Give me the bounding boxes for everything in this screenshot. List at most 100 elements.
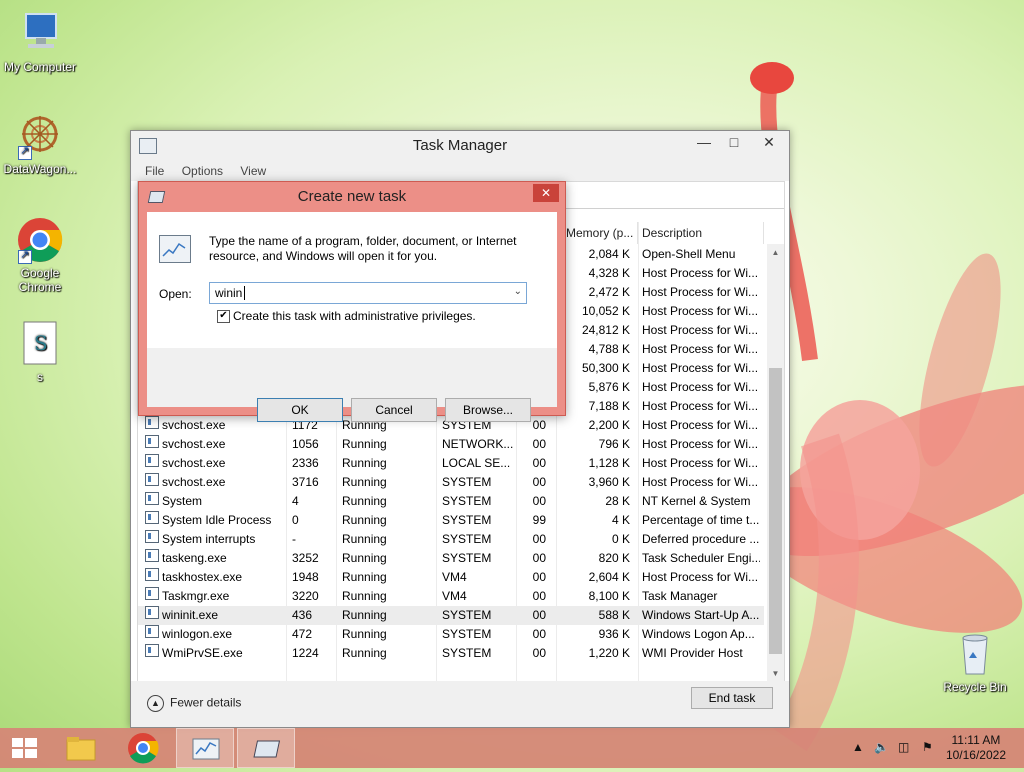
vertical-scrollbar[interactable]: ▲ ▼ xyxy=(767,244,784,682)
scroll-up-arrow-icon[interactable]: ▲ xyxy=(767,244,784,261)
table-row[interactable]: System interrupts - Running SYSTEM 00 0 K Defe… xyxy=(138,530,764,549)
status-cell: Running xyxy=(342,475,387,489)
cpu-cell: 00 xyxy=(532,475,546,489)
open-label: Open: xyxy=(159,287,192,301)
description-cell: Host Process for Wi... xyxy=(642,304,759,318)
scroll-down-arrow-icon[interactable]: ▼ xyxy=(767,665,784,682)
dialog-title-bar[interactable]: Create new task ✕ xyxy=(139,182,565,212)
name-cell: taskeng.exe xyxy=(162,551,227,565)
start-button[interactable] xyxy=(0,728,50,768)
scrollbar-thumb[interactable] xyxy=(769,368,782,654)
desktop-icon-datawagon[interactable]: DataWagon... xyxy=(0,112,80,176)
table-row[interactable]: wininit.exe 436 Running SYSTEM 00 588 K Window… xyxy=(138,606,764,625)
close-icon[interactable]: ✕ xyxy=(533,184,559,202)
process-icon xyxy=(145,473,159,486)
table-row[interactable]: winlogon.exe 472 Running SYSTEM 00 936 K Windo… xyxy=(138,625,764,644)
column-header-memory[interactable]: Memory (p... xyxy=(562,222,638,244)
desktop-icon-s[interactable]: S s xyxy=(0,320,80,384)
table-row[interactable]: System Idle Process 0 Running SYSTEM 99 4 K Pe… xyxy=(138,511,764,530)
table-row[interactable]: svchost.exe 2336 Running LOCAL SE... 00 1,128… xyxy=(138,454,764,473)
description-cell: Host Process for Wi... xyxy=(642,266,759,280)
table-row[interactable]: taskhostex.exe 1948 Running VM4 00 2,604 K Hos… xyxy=(138,568,764,587)
chrome-icon xyxy=(128,733,159,764)
user-cell: NETWORK... xyxy=(442,437,514,451)
table-row[interactable]: svchost.exe 1056 Running NETWORK... 00 796 K H… xyxy=(138,435,764,454)
user-cell: SYSTEM xyxy=(442,513,492,527)
run-icon xyxy=(253,740,281,758)
status-cell: Running xyxy=(342,627,387,641)
taskbar-run-dialog[interactable] xyxy=(237,728,295,768)
name-cell: System interrupts xyxy=(162,532,256,546)
pid-cell: 0 xyxy=(292,513,299,527)
chevron-down-icon[interactable]: ⌄ xyxy=(514,286,522,297)
network-icon[interactable]: ◫ xyxy=(898,740,909,754)
cpu-cell: 00 xyxy=(532,532,546,546)
text-caret xyxy=(244,286,245,300)
admin-privileges-label[interactable]: Create this task with administrative pri… xyxy=(233,309,476,323)
dialog-content: Type the name of a program, folder, docu… xyxy=(147,212,557,348)
status-cell: Running xyxy=(342,494,387,508)
table-row[interactable]: System 4 Running SYSTEM 00 28 K NT Kernel & Sy… xyxy=(138,492,764,511)
description-cell: Task Scheduler Engi... xyxy=(642,551,760,565)
ok-button[interactable]: OK xyxy=(257,398,343,422)
status-cell: Running xyxy=(342,551,387,565)
taskbar-chrome[interactable] xyxy=(118,728,168,768)
footer: ▲ Fewer details End task xyxy=(131,681,789,727)
maximize-button[interactable]: □ xyxy=(719,131,749,153)
status-cell: Running xyxy=(342,513,387,527)
program-icon xyxy=(159,235,191,263)
title-bar[interactable]: Task Manager — □ ✕ xyxy=(131,131,789,159)
desktop-icon-label: Recycle Bin xyxy=(943,680,1007,694)
desktop-icon-my-computer[interactable]: My Computer xyxy=(0,10,80,74)
shortcut-arrow-icon xyxy=(18,144,32,160)
speaker-muted-icon[interactable]: 🔈 xyxy=(874,740,889,754)
name-cell: System Idle Process xyxy=(162,513,272,527)
memory-cell: 1,220 K xyxy=(588,646,630,660)
table-row[interactable]: WmiPrvSE.exe 1224 Running SYSTEM 00 1,220 K WM… xyxy=(138,644,764,663)
status-cell: Running xyxy=(342,456,387,470)
cancel-button[interactable]: Cancel xyxy=(351,398,437,422)
user-cell: SYSTEM xyxy=(442,608,492,622)
name-cell: wininit.exe xyxy=(162,608,219,622)
name-cell: winlogon.exe xyxy=(162,627,233,641)
cpu-cell: 00 xyxy=(532,551,546,565)
minimize-button[interactable]: — xyxy=(689,131,719,153)
desktop-icon-chrome[interactable]: Google Chrome xyxy=(0,216,80,294)
status-cell: Running xyxy=(342,532,387,546)
table-row[interactable]: taskeng.exe 3252 Running SYSTEM 00 820 K Task … xyxy=(138,549,764,568)
taskbar-task-manager[interactable] xyxy=(176,728,234,768)
column-header-description[interactable]: Description xyxy=(638,222,764,244)
menu-view[interactable]: View xyxy=(240,164,266,178)
computer-icon xyxy=(16,10,64,58)
folder-icon xyxy=(66,737,96,761)
desktop-icon-recycle-bin[interactable]: Recycle Bin xyxy=(935,630,1015,694)
table-row[interactable]: Taskmgr.exe 3220 Running VM4 00 8,100 K Task M… xyxy=(138,587,764,606)
admin-privileges-checkbox[interactable]: ✔ xyxy=(217,310,230,323)
action-center-icon[interactable]: ⚑ xyxy=(922,740,933,754)
menu-file[interactable]: File xyxy=(145,164,164,178)
pid-cell: 4 xyxy=(292,494,299,508)
taskbar-file-explorer[interactable] xyxy=(56,728,106,768)
cpu-cell: 00 xyxy=(532,494,546,508)
table-row[interactable]: svchost.exe 3716 Running SYSTEM 00 3,960 K Hos… xyxy=(138,473,764,492)
pid-cell: 472 xyxy=(292,627,313,641)
cpu-cell: 00 xyxy=(532,570,546,584)
process-icon xyxy=(145,416,159,429)
description-cell: Host Process for Wi... xyxy=(642,399,759,413)
clock[interactable]: 11:11 AM 10/16/2022 xyxy=(946,733,1006,763)
memory-cell: 820 K xyxy=(598,551,630,565)
memory-cell: 8,100 K xyxy=(588,589,630,603)
cpu-cell: 00 xyxy=(532,646,546,660)
open-combobox[interactable]: winin ⌄ xyxy=(209,282,527,304)
name-cell: System xyxy=(162,494,203,508)
show-hidden-icons-chevron-icon[interactable]: ▲ xyxy=(852,740,864,754)
pid-cell: 3252 xyxy=(292,551,319,565)
menu-options[interactable]: Options xyxy=(182,164,223,178)
end-task-button[interactable]: End task xyxy=(691,687,773,709)
cpu-cell: 00 xyxy=(532,589,546,603)
fewer-details-link[interactable]: ▲ Fewer details xyxy=(147,695,241,712)
dialog-body: Type the name of a program, folder, docu… xyxy=(147,212,557,422)
browse-button[interactable]: Browse... xyxy=(445,398,531,422)
desktop-icon-label: My Computer xyxy=(3,60,77,74)
close-button[interactable]: ✕ xyxy=(749,131,789,153)
